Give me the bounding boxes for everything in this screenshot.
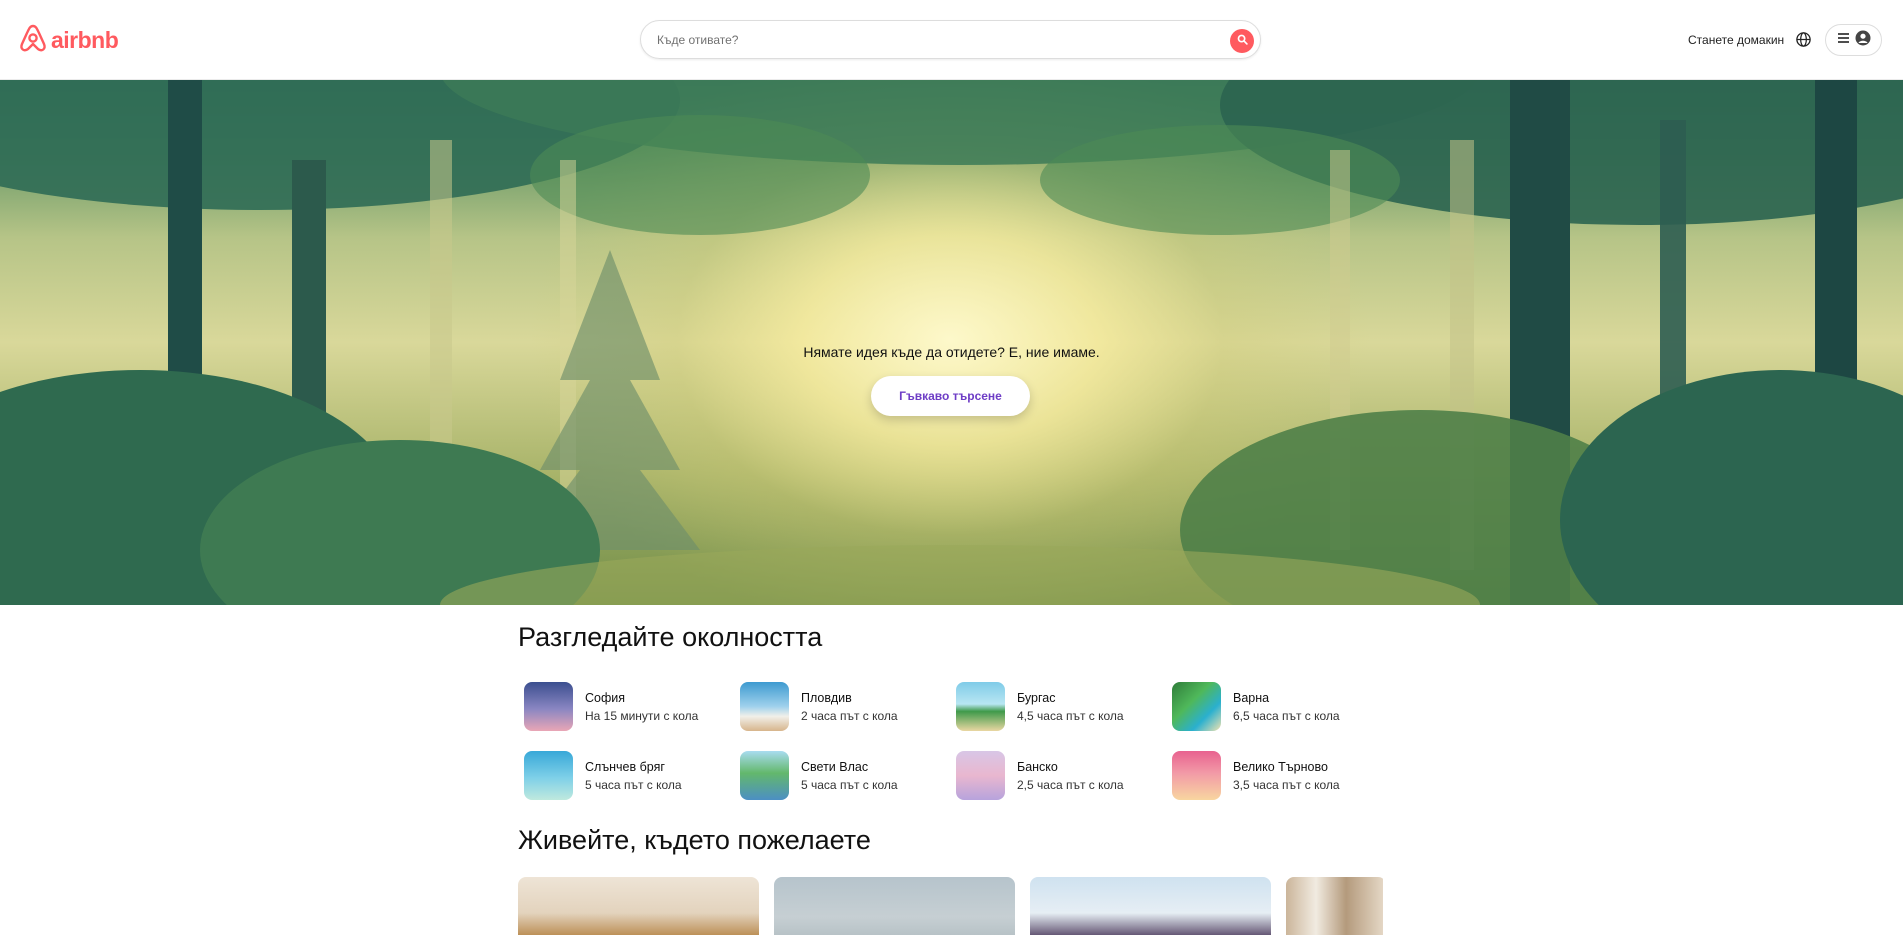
header: airbnb Станете домакин xyxy=(0,0,1903,80)
place-name: Свети Влас xyxy=(801,759,869,774)
search-icon xyxy=(1237,32,1248,50)
forest-illustration xyxy=(0,80,1903,605)
list-item[interactable]: Банско 2,5 часа път с кола xyxy=(956,751,1172,800)
user-icon xyxy=(1855,30,1871,51)
search-input[interactable] xyxy=(657,32,1217,47)
place-thumbnail xyxy=(1172,751,1221,800)
user-menu-button[interactable] xyxy=(1825,24,1882,56)
search-bar[interactable] xyxy=(640,20,1261,59)
explore-title: Разгледайте околността xyxy=(518,622,823,652)
live-card-image[interactable] xyxy=(774,877,1015,935)
place-distance: 5 часа път с кола xyxy=(801,777,898,792)
flexible-search-button[interactable]: Гъвкаво търсене xyxy=(871,376,1030,416)
become-host-link[interactable]: Станете домакин xyxy=(1688,33,1784,47)
list-item[interactable]: Варна 6,5 часа път с кола xyxy=(1172,682,1388,731)
airbnb-logo-icon xyxy=(19,23,47,58)
place-name: Слънчев бряг xyxy=(585,759,665,774)
place-distance: 3,5 часа път с кола xyxy=(1233,777,1340,792)
place-name: Банско xyxy=(1017,759,1058,774)
place-name: София xyxy=(585,690,626,705)
live-card-image[interactable] xyxy=(1286,877,1383,935)
list-item[interactable]: Бургас 4,5 часа път с кола xyxy=(956,682,1172,731)
place-thumbnail xyxy=(956,751,1005,800)
place-thumbnail xyxy=(740,751,789,800)
logo-text: airbnb xyxy=(51,26,119,53)
place-thumbnail xyxy=(1172,682,1221,731)
place-distance: 4,5 часа път с кола xyxy=(1017,708,1124,723)
place-name: Бургас xyxy=(1017,690,1056,705)
list-item[interactable]: Свети Влас 5 часа път с кола xyxy=(740,751,956,800)
place-name: Варна xyxy=(1233,690,1270,705)
place-distance: На 15 минути с кола xyxy=(585,708,699,723)
place-distance: 6,5 часа път с кола xyxy=(1233,708,1340,723)
list-item[interactable]: Пловдив 2 часа път с кола xyxy=(740,682,956,731)
place-distance: 2,5 часа път с кола xyxy=(1017,777,1124,792)
list-item[interactable]: София На 15 минути с кола xyxy=(524,682,740,731)
airbnb-logo[interactable]: airbnb xyxy=(19,23,119,58)
place-thumbnail xyxy=(524,751,573,800)
place-name: Велико Търново xyxy=(1233,759,1328,774)
place-thumbnail xyxy=(956,682,1005,731)
place-thumbnail xyxy=(740,682,789,731)
place-distance: 5 часа път с кола xyxy=(585,777,682,792)
hero-banner: Нямате идея къде да отидете? Е, ние имам… xyxy=(0,80,1903,605)
search-button[interactable] xyxy=(1230,29,1254,53)
list-item[interactable]: Велико Търново 3,5 часа път с кола xyxy=(1172,751,1388,800)
hero-caption: Нямате идея къде да отидете? Е, ние имам… xyxy=(803,344,1100,360)
globe-icon[interactable] xyxy=(1795,31,1812,48)
explore-grid: София На 15 минути с кола Пловдив 2 часа п… xyxy=(524,682,1394,800)
place-thumbnail xyxy=(524,682,573,731)
place-distance: 2 часа път с кола xyxy=(801,708,898,723)
live-anywhere-title: Живейте, където пожелаете xyxy=(518,825,871,855)
live-anywhere-cards xyxy=(518,877,1383,935)
live-card-image[interactable] xyxy=(518,877,759,935)
menu-icon xyxy=(1837,31,1850,49)
place-name: Пловдив xyxy=(801,690,852,705)
list-item[interactable]: Слънчев бряг 5 часа път с кола xyxy=(524,751,740,800)
live-card-image[interactable] xyxy=(1030,877,1271,935)
